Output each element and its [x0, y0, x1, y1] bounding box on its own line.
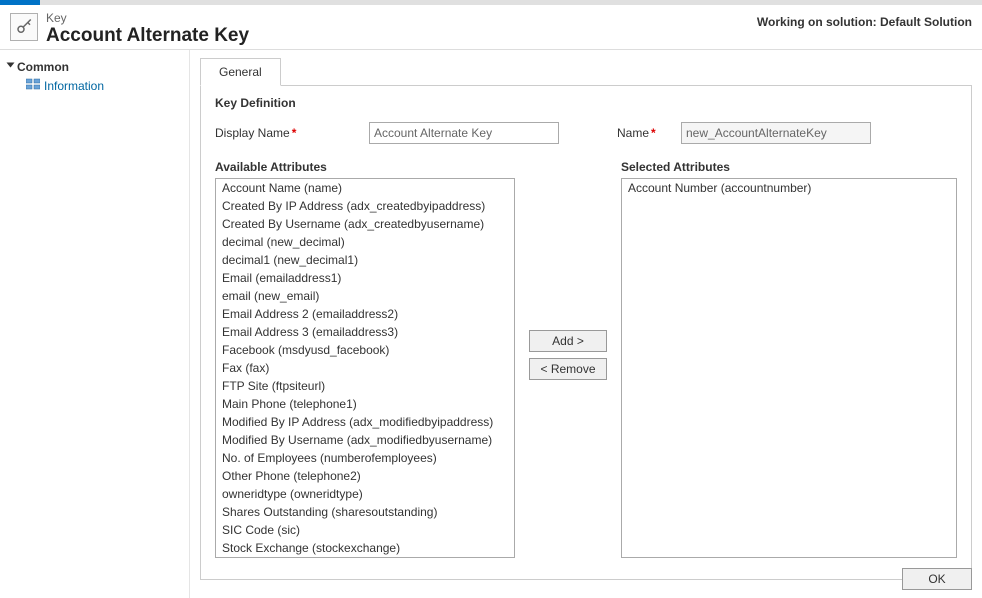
entity-label: Key [46, 11, 757, 25]
form-icon [26, 78, 40, 93]
sidebar-group-common[interactable]: Common [8, 58, 189, 76]
list-item[interactable]: Facebook (msdyusd_facebook) [216, 341, 514, 359]
key-icon [10, 13, 38, 41]
solution-label: Working on solution: Default Solution [757, 11, 972, 29]
list-item[interactable]: Modified By IP Address (adx_modifiedbyip… [216, 413, 514, 431]
loading-indicator [0, 0, 40, 5]
page-title: Account Alternate Key [46, 25, 757, 47]
list-item[interactable]: SIC Code (sic) [216, 521, 514, 539]
list-item[interactable]: Email Address 2 (emailaddress2) [216, 305, 514, 323]
available-attributes-list[interactable]: Account Name (name)Created By IP Address… [215, 178, 515, 558]
list-item[interactable]: Email (emailaddress1) [216, 269, 514, 287]
list-item[interactable]: Created By IP Address (adx_createdbyipad… [216, 197, 514, 215]
sidebar-item-information[interactable]: Information [8, 76, 189, 95]
list-item[interactable]: email (new_email) [216, 287, 514, 305]
ok-button[interactable]: OK [902, 568, 972, 590]
selected-attributes-title: Selected Attributes [621, 160, 957, 174]
list-item[interactable]: No. of Employees (numberofemployees) [216, 449, 514, 467]
sidebar: Common Information [0, 50, 190, 598]
list-item[interactable]: Main Phone (telephone1) [216, 395, 514, 413]
tab-general[interactable]: General [200, 58, 281, 86]
name-input[interactable] [681, 122, 871, 144]
list-item[interactable]: Created By Username (adx_createdbyuserna… [216, 215, 514, 233]
selected-attributes-list[interactable]: Account Number (accountnumber) [621, 178, 957, 558]
list-item[interactable]: Fax (fax) [216, 359, 514, 377]
display-name-label: Display Name* [215, 126, 355, 140]
sidebar-item-label: Information [44, 79, 104, 93]
section-title: Key Definition [215, 96, 957, 110]
list-item[interactable]: Shares Outstanding (sharesoutstanding) [216, 503, 514, 521]
display-name-input[interactable] [369, 122, 559, 144]
list-item[interactable]: decimal (new_decimal) [216, 233, 514, 251]
list-item[interactable]: Account Number (accountnumber) [622, 179, 956, 197]
list-item[interactable]: owneridtype (owneridtype) [216, 485, 514, 503]
page-header: Key Account Alternate Key Working on sol… [0, 5, 982, 50]
list-item[interactable]: Stock Exchange (stockexchange) [216, 539, 514, 557]
main-panel: General Key Definition Display Name* Nam… [190, 50, 982, 598]
list-item[interactable]: Modified By Username (adx_modifiedbyuser… [216, 431, 514, 449]
list-item[interactable]: Other Phone (telephone2) [216, 467, 514, 485]
list-item[interactable]: FTP Site (ftpsiteurl) [216, 377, 514, 395]
list-item[interactable]: Account Name (name) [216, 179, 514, 197]
list-item[interactable]: decimal1 (new_decimal1) [216, 251, 514, 269]
available-attributes-title: Available Attributes [215, 160, 515, 174]
list-item[interactable]: Email Address 3 (emailaddress3) [216, 323, 514, 341]
loading-bar [0, 0, 982, 5]
remove-button[interactable]: < Remove [529, 358, 607, 380]
tab-content: Key Definition Display Name* Name* Avail… [200, 85, 972, 580]
name-label: Name* [617, 126, 667, 140]
add-button[interactable]: Add > [529, 330, 607, 352]
